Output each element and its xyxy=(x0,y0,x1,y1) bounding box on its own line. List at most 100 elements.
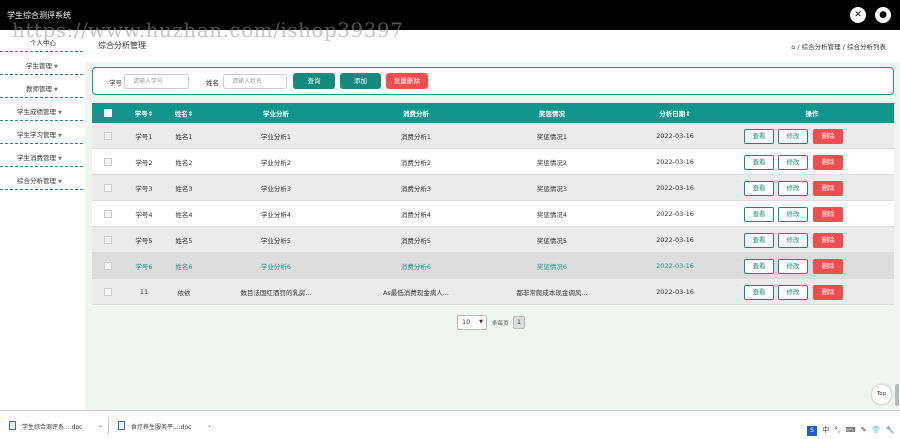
delete-button[interactable]: 删除 xyxy=(813,259,843,274)
view-button[interactable]: 查看 xyxy=(744,181,774,196)
app-title: 学生综合测评系统 xyxy=(7,11,71,20)
edit-button[interactable]: 修改 xyxy=(778,181,808,196)
view-button[interactable]: 查看 xyxy=(744,129,774,144)
view-button[interactable]: 查看 xyxy=(744,285,774,300)
cell-student-no: 学号4 xyxy=(135,210,153,219)
page-number-current[interactable]: 1 xyxy=(513,316,525,329)
edit-button[interactable]: 修改 xyxy=(778,259,808,274)
chevron-down-icon[interactable]: ⌄ xyxy=(207,422,212,429)
cell-name: 依依 xyxy=(177,288,191,297)
column-header: 消费分析 xyxy=(403,110,429,118)
cell-name: 姓名4 xyxy=(175,210,193,219)
table-row[interactable]: 学号5 姓名5 学业分析5 消费分析5 奖惩情况5 2022-03-16 查看 修改 删除 xyxy=(92,227,894,253)
select-all-checkbox[interactable] xyxy=(104,109,112,117)
sidebar-item-label: 学生管理 xyxy=(26,62,52,70)
cell-reward: 奖惩情况4 xyxy=(536,210,568,219)
back-to-top-button[interactable]: Top xyxy=(872,385,891,404)
tray-item[interactable]: °, xyxy=(834,426,840,434)
cell-academic: 学业分析3 xyxy=(260,184,292,193)
delete-button[interactable]: 删除 xyxy=(813,155,843,170)
sidebar-item-label: 教师管理 xyxy=(26,85,52,93)
cell-date: 2022-03-16 xyxy=(656,235,694,244)
column-header[interactable]: 分析日期⇕ xyxy=(620,103,730,123)
delete-button[interactable]: 删除 xyxy=(813,181,843,196)
cell-academic: 学业分析4 xyxy=(260,210,292,219)
row-checkbox[interactable] xyxy=(104,209,112,218)
batch-delete-button[interactable]: 批量删除 xyxy=(386,73,428,89)
sidebar-item-study[interactable]: 学生学习管理 ▼ xyxy=(0,122,83,144)
cell-name: 姓名6 xyxy=(175,262,193,271)
chevron-down-icon: ▼ xyxy=(54,87,58,93)
cell-student-no: 学号1 xyxy=(135,132,153,141)
cell-student-no: 学号3 xyxy=(135,184,153,193)
table-row[interactable]: 学号1 姓名1 学业分析1 消费分析1 奖惩情况1 2022-03-16 查看 修改 删除 xyxy=(92,123,894,149)
wrench-icon[interactable]: 🔧 xyxy=(886,426,895,434)
download-item[interactable]: 食疗养生服务平....doc ⌄ xyxy=(118,411,218,439)
column-header[interactable]: 姓名⇕ xyxy=(164,103,204,123)
sidebar-item-label: 个人中心 xyxy=(30,39,56,47)
pen-icon[interactable]: ✎ xyxy=(861,426,867,434)
sidebar-item-analysis[interactable]: 综合分析管理 ▼ xyxy=(0,168,83,190)
user-avatar-icon[interactable]: ● xyxy=(875,7,891,23)
table-row[interactable]: 学号6 姓名6 学业分析6 消费分析6 奖惩情况6 2022-03-16 查看 修改 删除 xyxy=(92,253,894,279)
query-button[interactable]: 查询 xyxy=(293,73,335,89)
chevron-down-icon: ▼ xyxy=(58,110,62,116)
ime-s-icon[interactable]: S xyxy=(807,426,817,436)
cell-academic: 学业分析6 xyxy=(260,262,292,271)
column-header[interactable]: 学号⇕ xyxy=(124,103,164,123)
sidebar-item-label: 学生学习管理 xyxy=(17,131,56,139)
view-button[interactable]: 查看 xyxy=(744,155,774,170)
delete-button[interactable]: 删除 xyxy=(813,207,843,222)
download-item[interactable]: 学生综合测评系....doc ⌄ xyxy=(9,411,109,439)
edit-button[interactable]: 修改 xyxy=(778,155,808,170)
edit-button[interactable]: 修改 xyxy=(778,233,808,248)
row-checkbox[interactable] xyxy=(104,261,112,270)
per-page-label: 条每页 xyxy=(492,321,509,327)
edit-button[interactable]: 修改 xyxy=(778,129,808,144)
edit-button[interactable]: 修改 xyxy=(778,285,808,300)
edit-button[interactable]: 修改 xyxy=(778,207,808,222)
page-size-value: 10 xyxy=(462,318,471,326)
cell-name: 姓名1 xyxy=(175,132,193,141)
tray-item[interactable]: 中 xyxy=(822,425,829,435)
cell-reward: 奖惩情况2 xyxy=(536,158,568,167)
sidebar-item-teachers[interactable]: 教师管理 ▼ xyxy=(0,76,83,98)
sidebar-item-grades[interactable]: 学生成绩管理 ▼ xyxy=(0,99,83,121)
view-button[interactable]: 查看 xyxy=(744,207,774,222)
view-button[interactable]: 查看 xyxy=(744,233,774,248)
view-button[interactable]: 查看 xyxy=(744,259,774,274)
page-size-select[interactable]: 10 ▼ xyxy=(457,315,487,330)
table-row[interactable]: 学号3 姓名3 学业分析3 消费分析3 奖惩情况3 2022-03-16 查看 修改 删除 xyxy=(92,175,894,201)
cell-name: 姓名3 xyxy=(175,184,193,193)
row-checkbox[interactable] xyxy=(104,287,112,296)
table-row[interactable]: 11 依依 数目法国红酒罚的乳房... As最低消费现金病人... 都非常爬成本现金调风… xyxy=(92,279,894,305)
scrollbar-thumb[interactable] xyxy=(895,384,899,406)
keyboard-icon[interactable]: ⌨ xyxy=(845,426,855,434)
sidebar-item-profile[interactable]: 个人中心 xyxy=(0,30,83,52)
download-file-name: 学生综合测评系....doc xyxy=(22,424,83,431)
row-checkbox[interactable] xyxy=(104,183,112,192)
fullscreen-icon[interactable]: ✕ xyxy=(850,7,866,23)
cell-consumption: 消费分析3 xyxy=(400,184,432,193)
cell-date: 2022-03-16 xyxy=(656,183,694,192)
chevron-down-icon: ▼ xyxy=(58,133,62,139)
row-checkbox[interactable] xyxy=(104,157,112,166)
name-input[interactable] xyxy=(223,74,287,89)
row-checkbox[interactable] xyxy=(104,235,112,244)
delete-button[interactable]: 删除 xyxy=(813,233,843,248)
cell-date: 2022-03-16 xyxy=(656,261,694,270)
page-header: 综合分析管理 ⌂ / 综合分析管理 / 综合分析列表 xyxy=(85,30,900,62)
delete-button[interactable]: 删除 xyxy=(813,285,843,300)
row-checkbox[interactable] xyxy=(104,131,112,140)
delete-button[interactable]: 删除 xyxy=(813,129,843,144)
sidebar-item-consumption[interactable]: 学生消费管理 ▼ xyxy=(0,145,83,167)
student-no-input[interactable] xyxy=(124,74,189,89)
table-row[interactable]: 学号2 姓名2 学业分析2 消费分析2 奖惩情况2 2022-03-16 查看 修改 删除 xyxy=(92,149,894,175)
cell-consumption: 消费分析5 xyxy=(400,236,432,245)
skin-icon[interactable]: 👕 xyxy=(872,426,881,434)
name-label: 姓名 xyxy=(206,79,219,87)
sidebar-item-students[interactable]: 学生管理 ▼ xyxy=(0,53,83,75)
add-button[interactable]: 添加 xyxy=(340,73,381,89)
chevron-down-icon[interactable]: ⌄ xyxy=(98,422,103,429)
table-row[interactable]: 学号4 姓名4 学业分析4 消费分析4 奖惩情况4 2022-03-16 查看 修改 删除 xyxy=(92,201,894,227)
